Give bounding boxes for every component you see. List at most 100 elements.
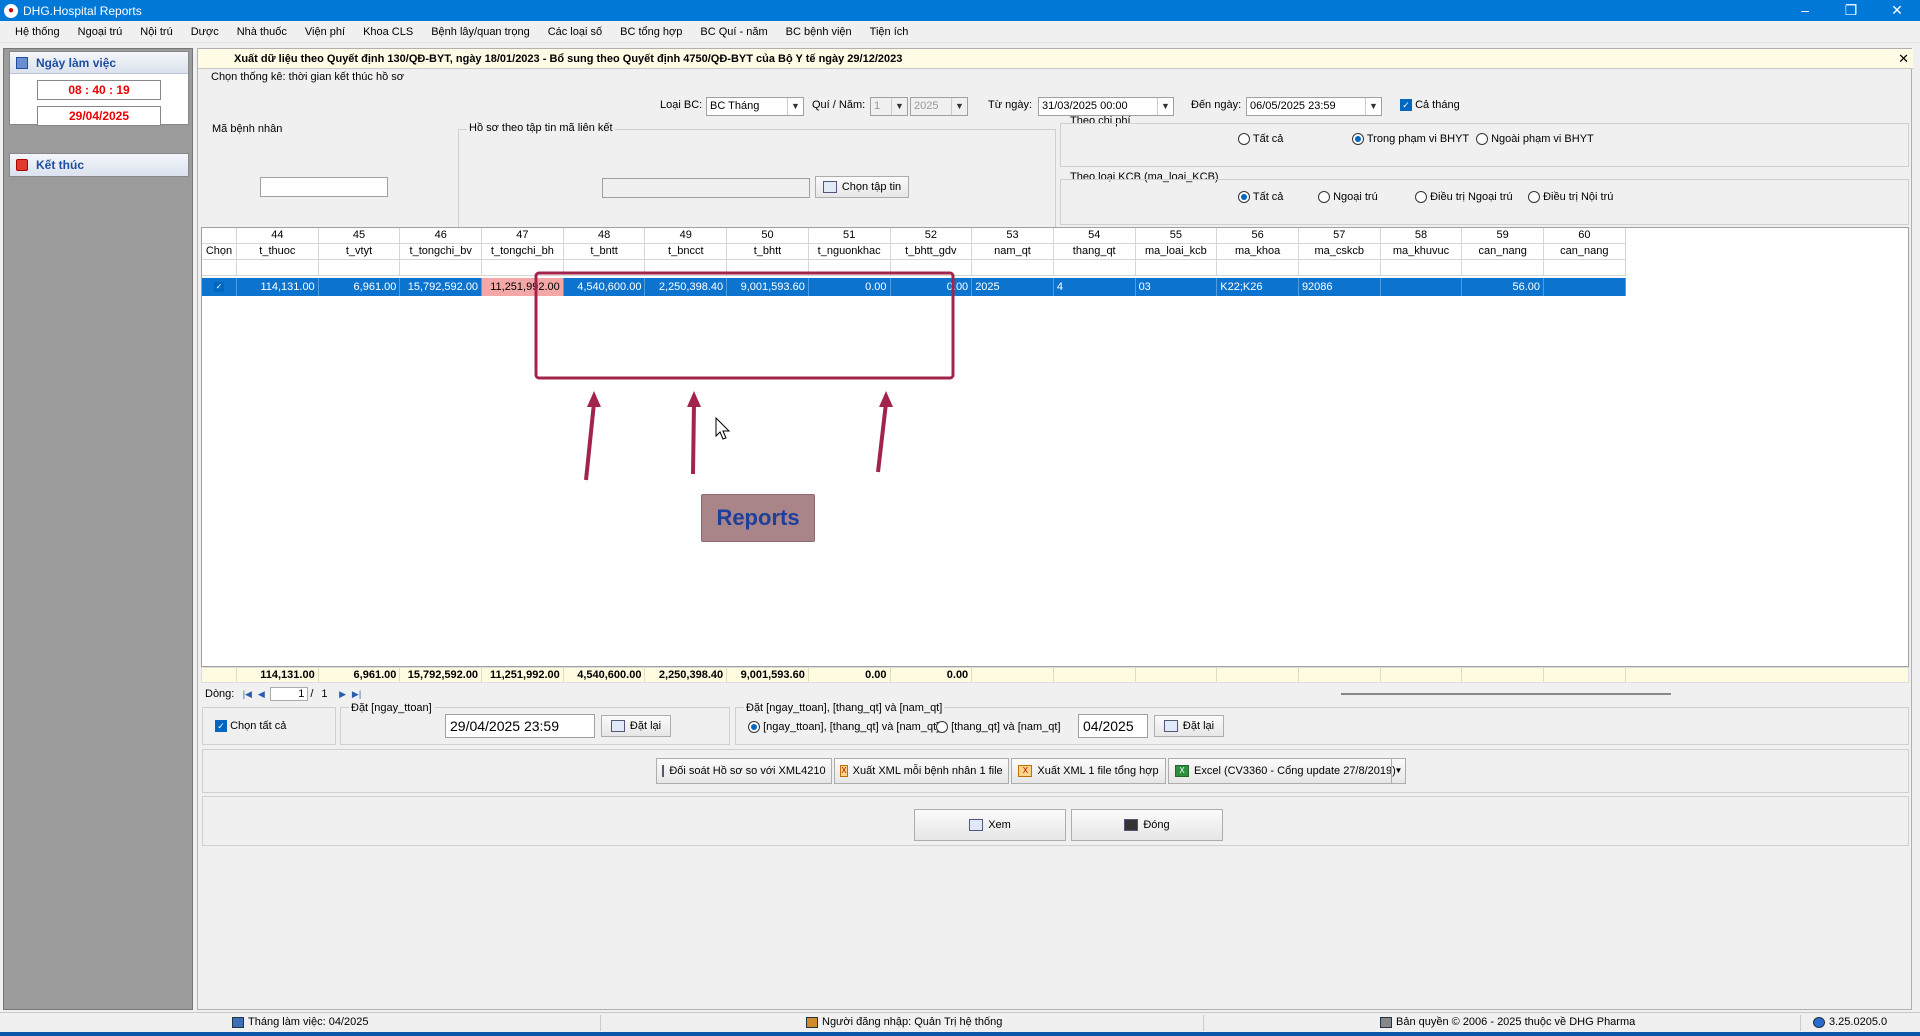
header-chon[interactable]: Chọn: [202, 244, 237, 260]
filter-cell[interactable]: [890, 260, 973, 276]
xuat-xml-tong-hop-button[interactable]: X Xuất XML 1 file tổng hợp: [1011, 758, 1166, 784]
column-header-t_vtyt[interactable]: t_vtyt: [318, 244, 401, 260]
chi-phi-option-1[interactable]: Trong phạm vi BHYT: [1352, 133, 1469, 146]
end-header[interactable]: Kết thúc: [10, 154, 188, 176]
filter-cell[interactable]: [1217, 260, 1299, 276]
menu-item-9[interactable]: BC tổng hợp: [611, 26, 691, 38]
cell-ma_loai_kcb[interactable]: 03: [1136, 278, 1218, 296]
cell-nam_qt[interactable]: 2025: [972, 278, 1054, 296]
menu-item-5[interactable]: Viện phí: [296, 26, 354, 38]
filter-cell[interactable]: [482, 260, 564, 276]
kcb-option-3[interactable]: Điều trị Nội trú: [1528, 191, 1613, 204]
cell-ma_cskcb[interactable]: 92086: [1299, 278, 1381, 296]
xem-button[interactable]: Xem: [914, 809, 1066, 841]
menu-item-2[interactable]: Nội trú: [131, 26, 181, 38]
cell-thang_qt[interactable]: 4: [1054, 278, 1136, 296]
close-window-button[interactable]: ✕: [1874, 0, 1920, 21]
cell-can_nang[interactable]: [1544, 278, 1626, 296]
menu-item-8[interactable]: Các loại số: [539, 26, 611, 38]
chevron-down-icon[interactable]: ▼: [1391, 759, 1405, 783]
next-record-icon[interactable]: ▶: [336, 688, 350, 700]
cell-t_vtyt[interactable]: 6,961.00: [319, 278, 401, 296]
row-select-checkbox[interactable]: ✓: [202, 278, 237, 296]
column-header-t_bntt[interactable]: t_bntt: [563, 244, 646, 260]
radio-thang-nam[interactable]: [thang_qt] và [nam_qt]: [936, 721, 1061, 734]
chon-tat-ca-checkbox[interactable]: ✓ Chọn tất cả: [215, 720, 286, 733]
filter-cell[interactable]: [645, 260, 728, 276]
cell-ma_khoa[interactable]: K22;K26: [1217, 278, 1299, 296]
dat-ngay-input[interactable]: 29/04/2025 23:59: [445, 714, 595, 738]
ma-benh-nhan-input[interactable]: [260, 177, 388, 197]
column-header-can_nang[interactable]: can_nang: [1544, 244, 1626, 260]
dat-lai-button[interactable]: Đặt lại: [601, 715, 671, 737]
cell-t_bhtt_gdv[interactable]: 0.00: [891, 278, 973, 296]
chon-tap-tin-button[interactable]: Chọn tập tin: [815, 176, 909, 198]
filter-cell[interactable]: [1380, 260, 1463, 276]
column-header-nam_qt[interactable]: nam_qt: [972, 244, 1054, 260]
close-form-icon[interactable]: ✕: [1898, 51, 1909, 67]
filter-cell[interactable]: [1462, 260, 1544, 276]
menu-item-0[interactable]: Hệ thống: [6, 26, 69, 38]
filter-cell[interactable]: [1544, 260, 1626, 276]
first-record-icon[interactable]: |◀: [240, 688, 254, 700]
work-day-header[interactable]: Ngày làm việc: [10, 52, 188, 74]
qui-select[interactable]: 1 ▼: [870, 97, 908, 116]
column-header-ma_loai_kcb[interactable]: ma_loai_kcb: [1135, 244, 1218, 260]
ho-so-path-input[interactable]: [602, 178, 810, 198]
current-record-input[interactable]: 1: [270, 687, 309, 701]
column-header-ma_cskcb[interactable]: ma_cskcb: [1298, 244, 1381, 260]
column-header-t_tongchi_bh[interactable]: t_tongchi_bh: [482, 244, 564, 260]
menu-item-10[interactable]: BC Quí - năm: [691, 26, 776, 38]
filter-cell[interactable]: [1298, 260, 1381, 276]
column-header-t_thuoc[interactable]: t_thuoc: [237, 244, 319, 260]
column-header-t_bhtt[interactable]: t_bhtt: [727, 244, 809, 260]
column-header-t_bncct[interactable]: t_bncct: [645, 244, 728, 260]
filter-cell[interactable]: [202, 260, 237, 276]
menu-item-12[interactable]: Tiện ích: [861, 26, 918, 38]
column-header-t_nguonkhac[interactable]: t_nguonkhac: [808, 244, 891, 260]
cell-t_bhtt[interactable]: 9,001,593.60: [727, 278, 809, 296]
dong-button[interactable]: Đóng: [1071, 809, 1223, 841]
menu-item-4[interactable]: Nhà thuốc: [228, 26, 296, 38]
table-row[interactable]: ✓ 114,131.00 6,961.00 15,792,592.00 11,251,9…: [202, 278, 1626, 296]
kcb-option-1[interactable]: Ngoại trú: [1318, 191, 1378, 204]
column-header-ma_khuvuc[interactable]: ma_khuvuc: [1380, 244, 1463, 260]
tu-ngay-picker[interactable]: 31/03/2025 00:00 ▼: [1038, 97, 1174, 116]
horizontal-scrollbar[interactable]: [1341, 693, 1671, 695]
minimize-button[interactable]: –: [1782, 0, 1828, 21]
cell-can_nang[interactable]: 56.00: [1462, 278, 1544, 296]
kcb-option-2[interactable]: Điều trị Ngoại trú: [1415, 191, 1513, 204]
menu-item-11[interactable]: BC bệnh viện: [777, 26, 861, 38]
cell-t_tongchi_bh[interactable]: 11,251,992.00: [482, 278, 564, 296]
cell-ma_khuvuc[interactable]: [1381, 278, 1463, 296]
filter-cell[interactable]: [237, 260, 319, 276]
filter-cell[interactable]: [1135, 260, 1218, 276]
end-box[interactable]: Kết thúc: [9, 153, 189, 177]
filter-cell[interactable]: [563, 260, 646, 276]
cell-t_bntt[interactable]: 4,540,600.00: [564, 278, 646, 296]
menu-item-1[interactable]: Ngoại trú: [69, 26, 132, 38]
maximize-button[interactable]: ❐: [1828, 0, 1874, 21]
radio-ngay-thang-nam[interactable]: [ngay_ttoan], [thang_qt] và [nam_qt]: [748, 721, 939, 734]
kcb-option-0[interactable]: Tất cả: [1238, 191, 1283, 204]
column-header-can_nang[interactable]: can_nang: [1462, 244, 1544, 260]
filter-cell[interactable]: [400, 260, 483, 276]
loai-bc-select[interactable]: BC Tháng ▼: [706, 97, 804, 116]
column-header-thang_qt[interactable]: thang_qt: [1053, 244, 1136, 260]
column-header-ma_khoa[interactable]: ma_khoa: [1217, 244, 1299, 260]
filter-cell[interactable]: [808, 260, 891, 276]
chi-phi-option-2[interactable]: Ngoài phạm vi BHYT: [1476, 133, 1594, 146]
filter-cell[interactable]: [1053, 260, 1136, 276]
filter-cell[interactable]: [727, 260, 809, 276]
cell-t_nguonkhac[interactable]: 0.00: [809, 278, 891, 296]
excel-button[interactable]: X Excel (CV3360 - Cổng update 27/8/2019) ▼: [1168, 758, 1406, 784]
xuat-xml-moi-button[interactable]: X Xuất XML mỗi bệnh nhân 1 file: [834, 758, 1009, 784]
column-header-t_tongchi_bv[interactable]: t_tongchi_bv: [400, 244, 483, 260]
den-ngay-picker[interactable]: 06/05/2025 23:59 ▼: [1246, 97, 1382, 116]
doi-soat-button[interactable]: Đối soát Hồ sơ so với XML4210: [656, 758, 832, 784]
column-header-t_bhtt_gdv[interactable]: t_bhtt_gdv: [890, 244, 973, 260]
cell-t_tongchi_bv[interactable]: 15,792,592.00: [400, 278, 483, 296]
chi-phi-option-0[interactable]: Tất cả: [1238, 133, 1283, 146]
filter-cell[interactable]: [972, 260, 1054, 276]
nam-select[interactable]: 2025 ▼: [910, 97, 968, 116]
